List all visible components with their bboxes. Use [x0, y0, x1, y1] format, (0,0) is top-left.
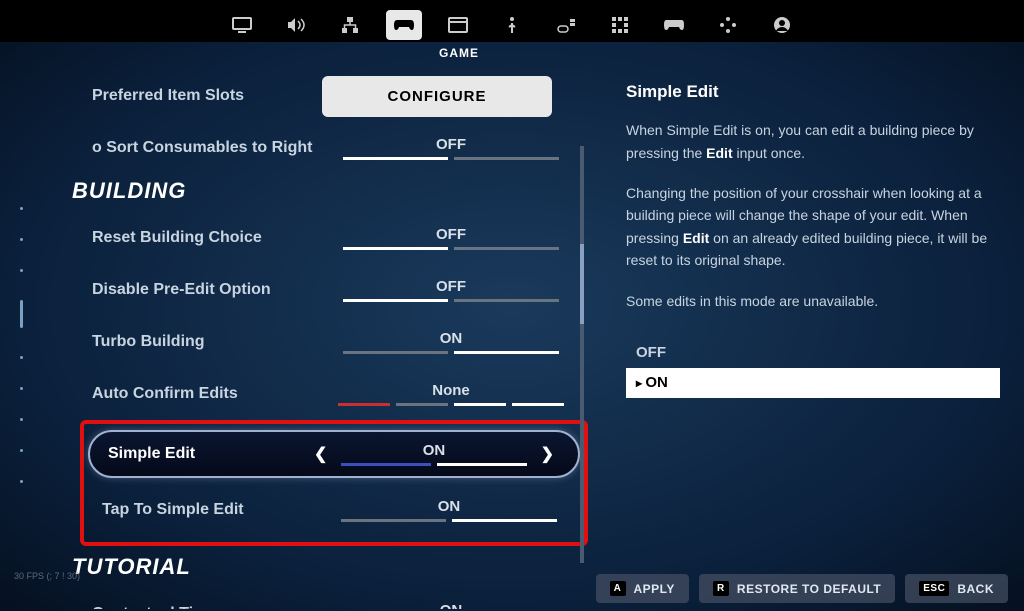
setting-label: Reset Building Choice — [92, 229, 322, 247]
panel-divider — [580, 146, 584, 563]
main-content: Preferred Item Slots CONFIGURE o Sort Co… — [0, 60, 1024, 609]
restore-button[interactable]: R RESTORE TO DEFAULT — [699, 574, 895, 603]
highlight-box: Simple Edit ❮ ON ❯ Tap To Simple Edit ON — [80, 420, 588, 546]
setting-auto-confirm[interactable]: Auto Confirm Edits None — [92, 372, 580, 416]
volume-icon[interactable] — [278, 10, 314, 40]
setting-disable-preedit[interactable]: Disable Pre-Edit Option OFF — [92, 268, 580, 312]
setting-value: ON — [322, 602, 580, 609]
setting-value: OFF — [322, 278, 580, 295]
gamepad-icon[interactable] — [656, 10, 692, 40]
key-hint: ESC — [919, 581, 949, 596]
setting-label: Auto Confirm Edits — [92, 385, 322, 403]
setting-value: ON — [322, 330, 580, 347]
setting-label: Turbo Building — [92, 333, 322, 351]
detail-paragraph: Some edits in this mode are unavailable. — [626, 290, 1000, 312]
arrow-left-icon[interactable]: ❮ — [308, 444, 333, 464]
key-hint: A — [610, 581, 626, 596]
key-hint: R — [713, 581, 729, 596]
section-dot[interactable] — [20, 269, 23, 272]
setting-preferred-item-slots[interactable]: Preferred Item Slots CONFIGURE — [92, 74, 580, 118]
window-icon[interactable] — [440, 10, 476, 40]
network-icon[interactable] — [332, 10, 368, 40]
detail-title: Simple Edit — [626, 78, 1000, 105]
arrow-right-icon[interactable]: ❯ — [535, 444, 560, 464]
setting-value: ON — [333, 442, 534, 459]
top-nav — [0, 0, 1024, 42]
apply-button[interactable]: A APPLY — [596, 574, 689, 603]
settings-list: Preferred Item Slots CONFIGURE o Sort Co… — [42, 60, 590, 609]
back-button[interactable]: ESC BACK — [905, 574, 1008, 603]
setting-sort-consumables[interactable]: o Sort Consumables to Right OFF — [92, 126, 580, 170]
setting-label: o Sort Consumables to Right — [92, 139, 322, 157]
section-dot[interactable] — [20, 387, 23, 390]
user-icon[interactable] — [764, 10, 800, 40]
setting-value: None — [322, 382, 580, 399]
section-dot-active[interactable] — [20, 300, 23, 328]
button-label: BACK — [957, 582, 994, 596]
setting-value: OFF — [322, 136, 580, 153]
setting-value: OFF — [322, 226, 580, 243]
section-dot[interactable] — [20, 449, 23, 452]
setting-contextual-tips[interactable]: Contextual Tips ON — [92, 592, 580, 609]
setting-label: Contextual Tips — [92, 605, 322, 609]
nav-active-label: GAME — [0, 46, 1024, 60]
section-header-tutorial: TUTORIAL — [72, 554, 580, 580]
touch-icon[interactable] — [494, 10, 530, 40]
option-off[interactable]: OFF — [626, 338, 1000, 368]
grid-icon[interactable] — [602, 10, 638, 40]
section-dots — [0, 60, 42, 609]
setting-label: Simple Edit — [108, 445, 308, 463]
section-dot[interactable] — [20, 418, 23, 421]
section-dot[interactable] — [20, 207, 23, 210]
footer-buttons: A APPLY R RESTORE TO DEFAULT ESC BACK — [596, 574, 1009, 603]
fps-counter: 30 FPS (; 7 ! 30) — [14, 571, 80, 581]
setting-label: Preferred Item Slots — [92, 87, 322, 105]
controller-icon[interactable] — [386, 10, 422, 40]
setting-turbo-building[interactable]: Turbo Building ON — [92, 320, 580, 364]
section-header-building: BUILDING — [72, 178, 580, 204]
section-dot[interactable] — [20, 480, 23, 483]
detail-paragraph: Changing the position of your crosshair … — [626, 182, 1000, 272]
dpad-icon[interactable] — [710, 10, 746, 40]
button-label: APPLY — [634, 582, 675, 596]
section-dot[interactable] — [20, 238, 23, 241]
setting-simple-edit[interactable]: Simple Edit ❮ ON ❯ — [88, 430, 580, 478]
mouse-icon[interactable] — [548, 10, 584, 40]
button-label: RESTORE TO DEFAULT — [737, 582, 881, 596]
section-dot[interactable] — [20, 356, 23, 359]
setting-label: Disable Pre-Edit Option — [92, 281, 322, 299]
option-on[interactable]: ON — [626, 368, 1000, 398]
detail-paragraph: When Simple Edit is on, you can edit a b… — [626, 119, 1000, 164]
monitor-icon[interactable] — [224, 10, 260, 40]
option-list: OFF ON — [626, 338, 1000, 398]
detail-panel: Simple Edit When Simple Edit is on, you … — [590, 60, 1024, 609]
setting-tap-simple-edit[interactable]: Tap To Simple Edit ON — [88, 488, 580, 532]
configure-button[interactable]: CONFIGURE — [322, 76, 552, 117]
setting-label: Tap To Simple Edit — [102, 501, 332, 519]
setting-value: ON — [332, 498, 566, 515]
setting-reset-building[interactable]: Reset Building Choice OFF — [92, 216, 580, 260]
